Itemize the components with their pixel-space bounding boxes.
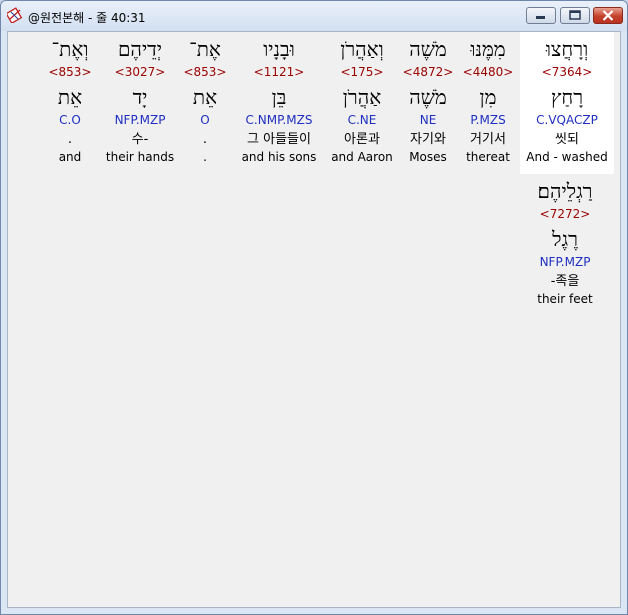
hebrew-lemma: מֹשֶׁה bbox=[409, 85, 447, 109]
strong-number: <1121> bbox=[253, 65, 305, 79]
morphology-code: P.MZS bbox=[470, 113, 506, 127]
morphology-code: C.VQACZP bbox=[536, 113, 598, 127]
strong-number: <853> bbox=[48, 65, 92, 79]
korean-gloss: 수- bbox=[131, 132, 149, 147]
english-gloss: their feet bbox=[537, 292, 593, 306]
korean-gloss: . bbox=[67, 132, 73, 147]
app-icon bbox=[7, 7, 23, 23]
english-gloss: And - washed bbox=[526, 150, 608, 164]
hebrew-word: וּבָנָיו bbox=[263, 37, 295, 61]
app-window: @원전본해 - 줄 40:31 וְרָחֲצוּ <7364> רָחַץ C… bbox=[0, 0, 628, 615]
english-gloss: and bbox=[58, 150, 82, 164]
window-title: @원전본해 - 줄 40:31 bbox=[28, 11, 146, 25]
hebrew-word: מִמֶּנּוּ bbox=[470, 37, 506, 61]
hebrew-word: רַגְלֵיהֶם׃ bbox=[537, 179, 593, 203]
korean-gloss: 아론과 bbox=[344, 132, 380, 147]
strong-number: <7272> bbox=[539, 207, 591, 221]
hebrew-lemma: רֶגֶל bbox=[552, 227, 578, 251]
strong-number: <853> bbox=[183, 65, 227, 79]
english-gloss: and his sons bbox=[241, 150, 317, 164]
hebrew-lemma: אֵת bbox=[57, 85, 83, 109]
hebrew-lemma: רָחַץ bbox=[550, 85, 584, 109]
minimize-icon bbox=[536, 16, 545, 19]
strong-number: <175> bbox=[340, 65, 384, 79]
morphology-code: C.NE bbox=[347, 113, 377, 127]
hebrew-lemma: יָד bbox=[132, 85, 148, 109]
interlinear-panel[interactable]: וְרָחֲצוּ <7364> רָחַץ C.VQACZP 씻되 And -… bbox=[7, 31, 621, 608]
korean-gloss: 자기와 bbox=[410, 132, 446, 147]
hebrew-word: מֹשֶׁה bbox=[409, 37, 447, 61]
hebrew-lemma: מִן bbox=[479, 85, 497, 109]
hebrew-word: אֶת־ bbox=[189, 37, 221, 61]
korean-gloss: . bbox=[202, 132, 208, 147]
morphology-code: NFP.MZP bbox=[539, 255, 591, 269]
maximize-icon bbox=[569, 10, 581, 20]
hebrew-lemma: אֵת bbox=[192, 85, 218, 109]
english-gloss: and Aaron bbox=[331, 150, 393, 164]
korean-gloss: -족을 bbox=[550, 274, 580, 289]
korean-gloss: 씻되 bbox=[555, 132, 579, 147]
strong-number: <7364> bbox=[541, 65, 593, 79]
hebrew-word: וְאַהֲרֹן bbox=[340, 37, 384, 61]
hebrew-word: וְרָחֲצוּ bbox=[545, 37, 589, 61]
english-gloss: Moses bbox=[409, 150, 447, 164]
morphology-code: NFP.MZP bbox=[114, 113, 166, 127]
title-bar[interactable]: @원전본해 - 줄 40:31 bbox=[1, 1, 627, 31]
strong-number: <4480> bbox=[462, 65, 514, 79]
english-gloss: . bbox=[203, 150, 207, 164]
morphology-code: NE bbox=[419, 113, 437, 127]
morphology-code: O bbox=[200, 113, 210, 127]
close-icon bbox=[602, 10, 614, 21]
english-gloss: their hands bbox=[105, 150, 175, 164]
korean-gloss: 그 아들들이 bbox=[247, 132, 311, 147]
close-button[interactable] bbox=[593, 7, 623, 24]
hebrew-word: וְאֶת־ bbox=[51, 37, 89, 61]
morphology-code: C.NMP.MZS bbox=[245, 113, 313, 127]
morphology-code: C.O bbox=[59, 113, 81, 127]
hebrew-lemma: אַהֲרֹן bbox=[342, 85, 382, 109]
hebrew-word: יְדֵיהֶם bbox=[117, 37, 163, 61]
minimize-button[interactable] bbox=[526, 7, 556, 24]
english-gloss: thereat bbox=[466, 150, 510, 164]
strong-number: <3027> bbox=[114, 65, 166, 79]
korean-gloss: 거기서 bbox=[470, 132, 506, 147]
strong-number: <4872> bbox=[402, 65, 454, 79]
maximize-button[interactable] bbox=[560, 7, 590, 24]
hebrew-lemma: בֵּן bbox=[271, 85, 287, 109]
